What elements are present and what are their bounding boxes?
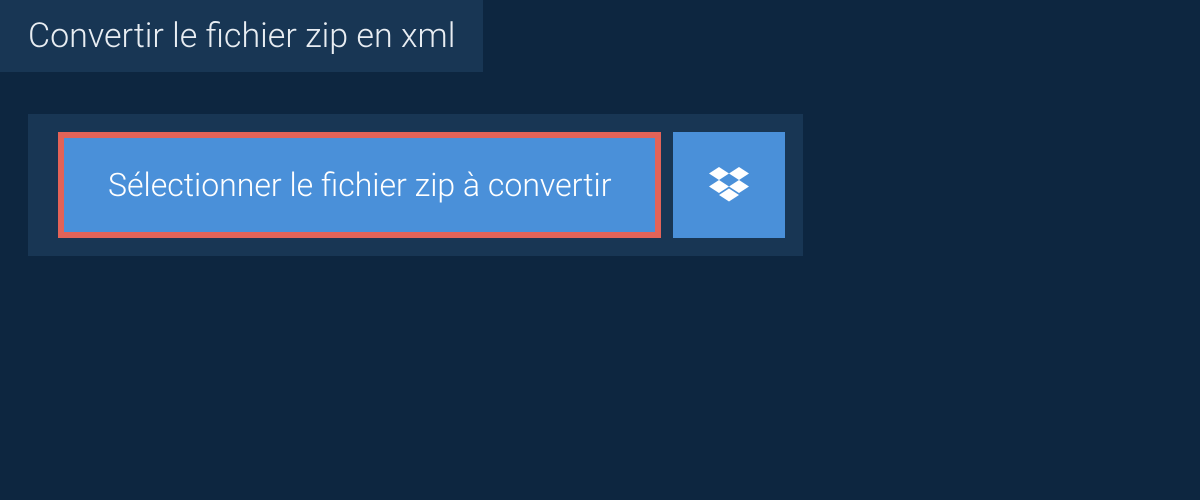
- select-file-button-label: Sélectionner le fichier zip à convertir: [108, 166, 611, 204]
- dropbox-button[interactable]: [673, 132, 785, 238]
- dropbox-icon: [709, 167, 749, 203]
- title-bar: Convertir le fichier zip en xml: [0, 0, 483, 72]
- button-container: Sélectionner le fichier zip à convertir: [28, 114, 803, 256]
- page-title: Convertir le fichier zip en xml: [28, 16, 455, 56]
- select-file-button[interactable]: Sélectionner le fichier zip à convertir: [58, 132, 661, 238]
